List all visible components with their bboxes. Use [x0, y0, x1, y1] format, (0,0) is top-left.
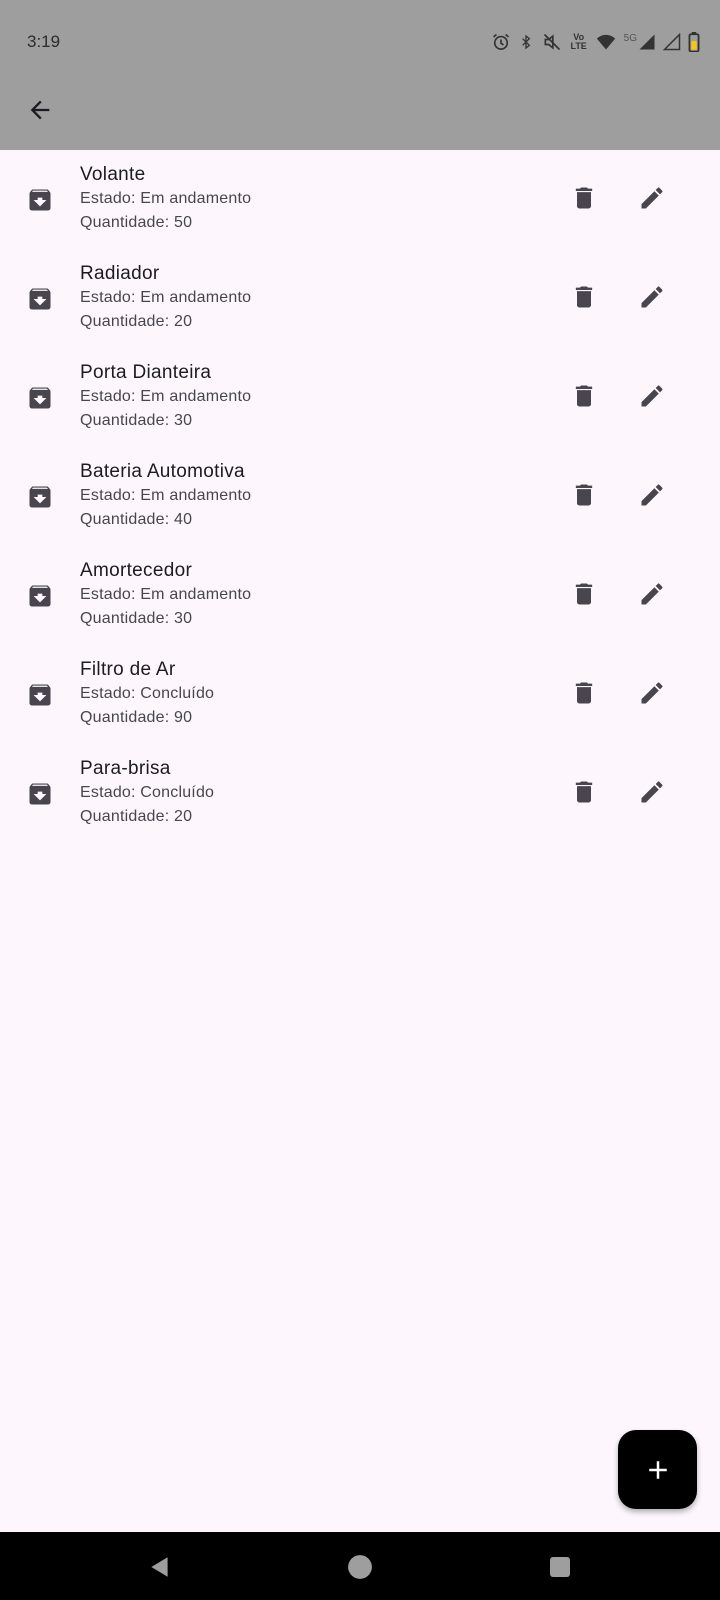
add-icon — [648, 1460, 667, 1479]
edit-icon — [638, 481, 666, 514]
delete-icon — [570, 184, 598, 217]
edit-button[interactable] — [632, 180, 672, 220]
item-title: Amortecedor — [80, 560, 193, 581]
edit-button[interactable] — [632, 576, 672, 616]
item-title: Filtro de Ar — [80, 659, 176, 680]
recents-square-icon — [550, 1557, 570, 1577]
item-quantidade: Quantidade: 40 — [80, 511, 193, 528]
item-title: Bateria Automotiva — [80, 461, 245, 482]
item-quantidade: Quantidade: 90 — [80, 709, 193, 726]
edit-icon — [638, 283, 666, 316]
delete-icon — [570, 580, 598, 613]
list-item[interactable]: Para-brisa Estado: Concluído Quantidade: 2… — [0, 744, 720, 843]
item-estado: Estado: Em andamento — [80, 289, 252, 306]
edit-icon — [638, 382, 666, 415]
archive-icon — [26, 384, 54, 412]
item-list: Volante Estado: Em andamento Quantidade: 5… — [0, 150, 720, 843]
battery-icon — [688, 32, 700, 52]
item-estado: Estado: Em andamento — [80, 388, 252, 405]
item-quantidade: Quantidade: 30 — [80, 412, 193, 429]
nav-home-button[interactable] — [345, 1552, 375, 1582]
nav-back-button[interactable] — [145, 1552, 175, 1582]
back-triangle-icon — [151, 1557, 168, 1577]
edit-button[interactable] — [632, 279, 672, 319]
nav-recents-button[interactable] — [545, 1552, 575, 1582]
archive-icon — [26, 285, 54, 313]
wifi-icon — [596, 34, 615, 50]
edit-icon — [638, 778, 666, 811]
home-circle-icon — [348, 1555, 372, 1579]
edit-button[interactable] — [632, 774, 672, 814]
edit-icon — [638, 184, 666, 217]
delete-icon — [570, 382, 598, 415]
item-quantidade: Quantidade: 20 — [80, 313, 193, 330]
item-title: Volante — [80, 164, 146, 185]
back-button[interactable] — [22, 92, 58, 128]
signal-5g-icon — [639, 34, 655, 50]
item-title: Porta Dianteira — [80, 362, 212, 383]
system-nav-bar — [0, 1532, 720, 1600]
signal-icon — [663, 33, 681, 51]
item-quantidade: Quantidade: 20 — [80, 808, 193, 825]
archive-icon — [26, 186, 54, 214]
item-quantidade: Quantidade: 50 — [80, 214, 193, 231]
delete-button[interactable] — [564, 279, 604, 319]
edit-button[interactable] — [632, 378, 672, 418]
item-title: Radiador — [80, 263, 160, 284]
edit-button[interactable] — [632, 477, 672, 517]
edit-icon — [638, 580, 666, 613]
mute-icon — [543, 33, 560, 51]
item-quantidade: Quantidade: 30 — [80, 610, 193, 627]
item-text: Porta Dianteira Estado: Em andamento Quant… — [80, 361, 251, 433]
app-bar: 3:19 Vo LTE 5G — [0, 0, 720, 150]
archive-icon — [26, 483, 54, 511]
item-estado: Estado: Em andamento — [80, 190, 252, 207]
delete-icon — [570, 283, 598, 316]
list-item[interactable]: Amortecedor Estado: Em andamento Quantidad… — [0, 546, 720, 645]
list-item[interactable]: Volante Estado: Em andamento Quantidade: 5… — [0, 150, 720, 249]
item-estado: Estado: Concluído — [80, 784, 215, 801]
edit-button[interactable] — [632, 675, 672, 715]
add-fab-button[interactable] — [618, 1430, 697, 1509]
item-text: Amortecedor Estado: Em andamento Quantidad… — [80, 559, 251, 631]
list-item[interactable]: Bateria Automotiva Estado: Em andamento Qu… — [0, 447, 720, 546]
item-text: Filtro de Ar Estado: Concluído Quantidade:… — [80, 658, 214, 730]
bluetooth-icon — [521, 34, 530, 50]
delete-icon — [570, 679, 598, 712]
delete-button[interactable] — [564, 675, 604, 715]
item-text: Bateria Automotiva Estado: Em andamento Qu… — [80, 460, 251, 532]
item-title: Para-brisa — [80, 758, 171, 779]
item-estado: Estado: Em andamento — [80, 586, 252, 603]
status-time: 3:19 — [27, 32, 61, 51]
delete-button[interactable] — [564, 477, 604, 517]
list-item[interactable]: Radiador Estado: Em andamento Quantidade: … — [0, 249, 720, 348]
item-text: Para-brisa Estado: Concluído Quantidade: 2… — [80, 757, 214, 829]
delete-button[interactable] — [564, 180, 604, 220]
item-estado: Estado: Concluído — [80, 685, 215, 702]
list-item[interactable]: Porta Dianteira Estado: Em andamento Quant… — [0, 348, 720, 447]
item-text: Radiador Estado: Em andamento Quantidade: … — [80, 262, 251, 334]
list-item[interactable]: Filtro de Ar Estado: Concluído Quantidade:… — [0, 645, 720, 744]
item-text: Volante Estado: Em andamento Quantidade: 5… — [80, 163, 251, 235]
volte-icon: Vo LTE — [570, 32, 587, 51]
delete-button[interactable] — [564, 774, 604, 814]
item-estado: Estado: Em andamento — [80, 487, 252, 504]
archive-icon — [26, 780, 54, 808]
alarm-icon — [492, 33, 509, 50]
delete-icon — [570, 481, 598, 514]
archive-icon — [26, 582, 54, 610]
delete-button[interactable] — [564, 576, 604, 616]
delete-icon — [570, 778, 598, 811]
delete-button[interactable] — [564, 378, 604, 418]
archive-icon — [26, 681, 54, 709]
arrow-back-icon — [30, 100, 50, 120]
status-icons: Vo LTE 5G — [491, 30, 700, 54]
edit-icon — [638, 679, 666, 712]
network-label: 5G — [623, 32, 637, 44]
